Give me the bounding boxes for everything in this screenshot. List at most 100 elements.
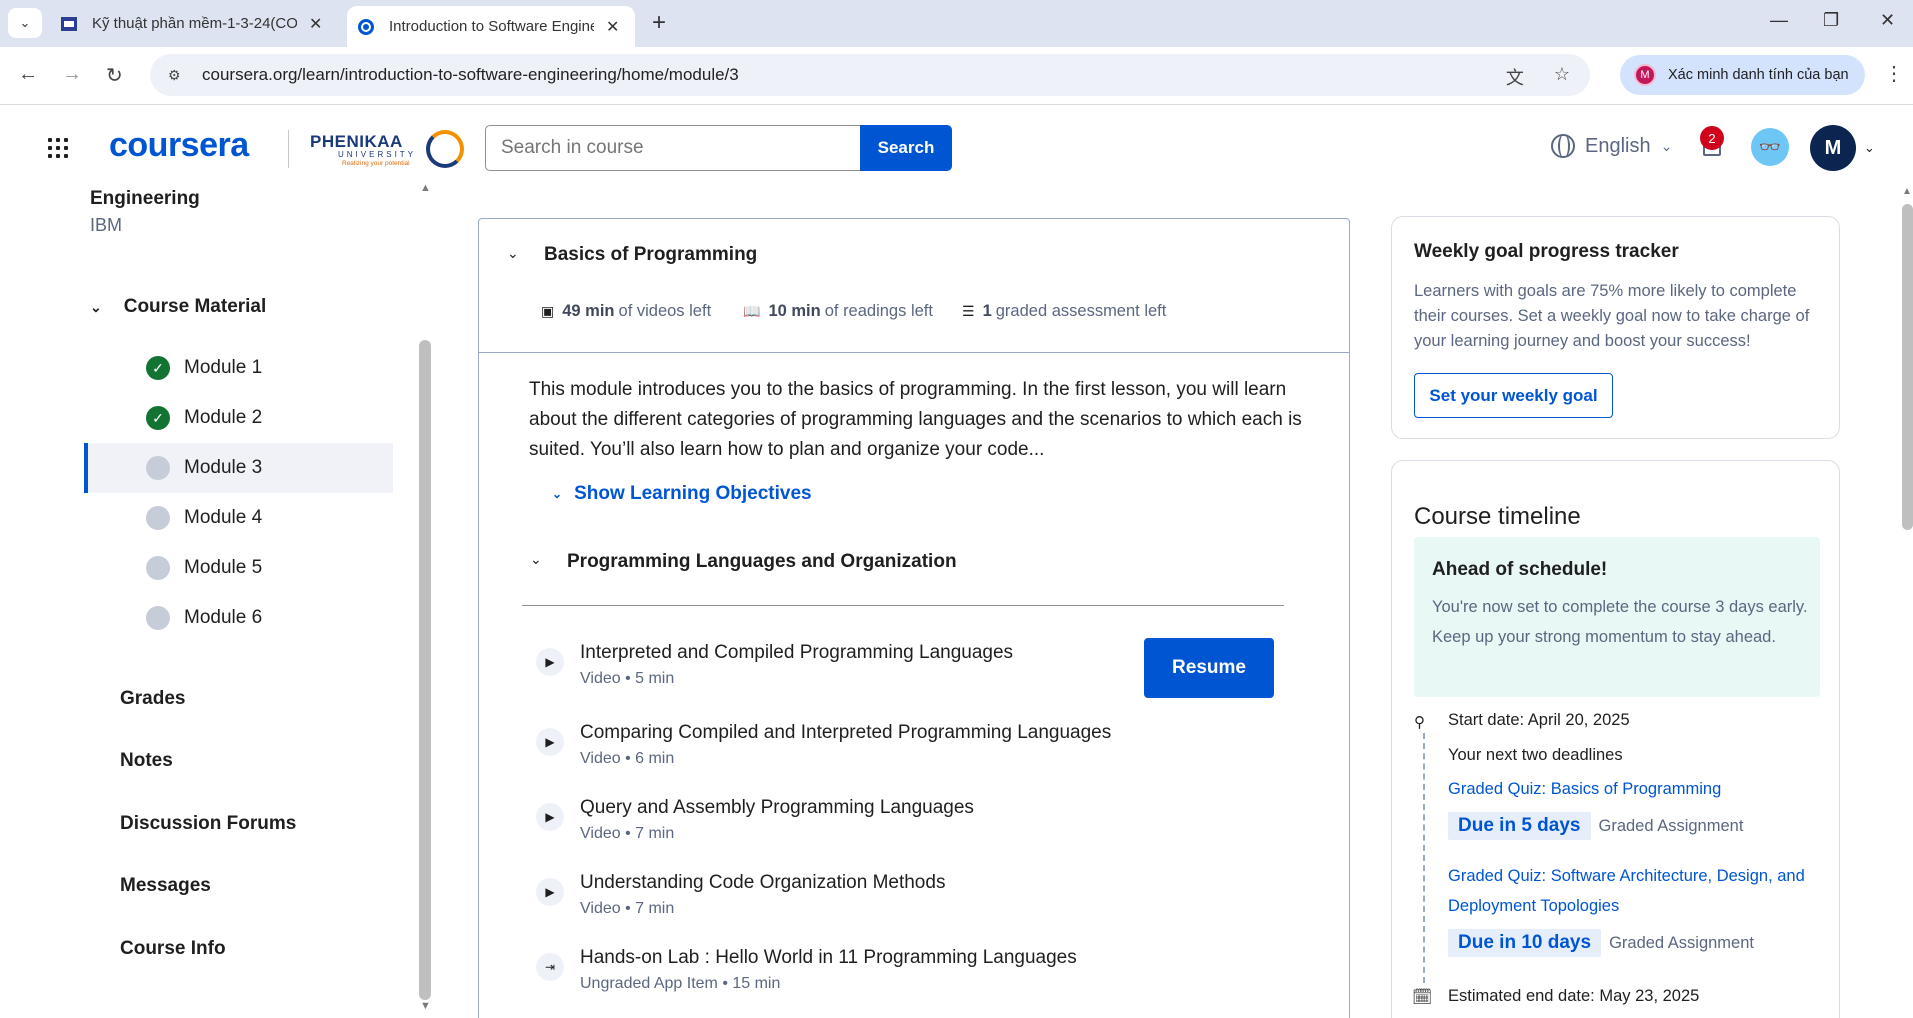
book-icon: 📖 [743,303,761,319]
sidebar-item-module-3[interactable]: Module 3 [84,443,393,493]
list-item[interactable]: ▶ Understanding Code Organization Method… [536,872,1276,932]
forward-arrow-icon[interactable]: → [62,63,82,86]
timeline-title: Course timeline [1414,503,1581,530]
search-button[interactable]: Search [860,125,952,171]
coursera-logo[interactable]: coursera [109,126,249,165]
sidebar-item-module-4[interactable]: Module 4 [84,493,393,543]
profile-verify-button[interactable]: M Xác minh danh tính của bạn [1620,55,1865,95]
globe-icon [1551,134,1575,158]
scroll-up-arrow-icon[interactable]: ▲ [1902,186,1912,197]
course-search-input[interactable] [485,125,861,171]
browser-tab-2[interactable]: Introduction to Software Engine ✕ [347,6,635,47]
list-item[interactable]: ⇥ Hands-on Lab : Hello World in 11 Progr… [536,947,1276,1007]
new-tab-plus-icon[interactable]: + [652,9,666,37]
bookmark-star-icon[interactable]: ☆ [1554,64,1570,90]
play-icon: ▶ [536,648,564,676]
university-favicon-icon [60,15,78,33]
end-date: Estimated end date: May 23, 2025 [1448,987,1700,1005]
weekly-goal-card: Weekly goal progress tracker Learners wi… [1391,216,1840,439]
tab-close-icon[interactable]: ✕ [309,14,322,34]
videos-left: ▣ 49 min of videos left [541,302,712,320]
reload-icon[interactable]: ↻ [106,63,123,88]
back-arrow-icon[interactable]: ← [18,63,38,86]
resume-button[interactable]: Resume [1144,638,1274,698]
ahead-of-schedule-banner: Ahead of schedule! You're now set to com… [1414,537,1820,697]
page-scrollbar[interactable]: ▲ [1902,186,1913,1018]
user-avatar[interactable]: M [1810,125,1856,171]
lesson-header[interactable]: ⌄ Programming Languages and Organization [522,551,1284,606]
sidebar-item-module-2[interactable]: ✓ Module 2 [84,393,393,443]
status-circle-icon [146,456,170,480]
scrollbar-thumb[interactable] [419,340,431,1000]
address-bar[interactable]: ⚙ coursera.org/learn/introduction-to-sof… [150,54,1590,96]
language-label: English [1585,134,1651,157]
timeline-line [1423,733,1425,983]
scroll-up-arrow-icon[interactable]: ▲ [420,182,431,194]
scrollbar-thumb[interactable] [1902,204,1913,530]
tab-close-icon[interactable]: ✕ [606,17,619,37]
partner-ring-icon [426,130,464,168]
site-settings-icon[interactable]: ⚙ [168,67,186,84]
play-icon: ▶ [536,878,564,906]
lab-icon: ⇥ [536,953,564,981]
coach-robot-icon[interactable]: 👓 [1751,128,1789,166]
notification-badge: 2 [1700,126,1724,150]
sidebar-link-discussion-forums[interactable]: Discussion Forums [120,813,296,835]
notifications-bell-icon[interactable]: 2 [1700,126,1724,160]
sidebar-item-module-5[interactable]: Module 5 [84,543,393,593]
lesson-title: Programming Languages and Organization [567,551,957,572]
sidebar-scrollbar[interactable]: ▲ ▼ [419,182,431,1018]
sidebar-link-grades[interactable]: Grades [120,688,185,710]
url-text[interactable]: coursera.org/learn/introduction-to-softw… [202,65,739,85]
location-pin-icon: ⚲ [1414,714,1425,731]
tab-title: Introduction to Software Engine [389,18,594,35]
minimize-icon[interactable]: — [1770,10,1788,31]
deadline-1-link[interactable]: Graded Quiz: Basics of Programming [1448,774,1808,804]
item-title[interactable]: Interpreted and Compiled Programming Lan… [580,642,1013,664]
chevron-down-icon: ⌄ [530,551,542,567]
due-badge: Due in 5 days [1448,812,1591,840]
course-timeline-card: Course timeline Ahead of schedule! You'r… [1391,460,1840,1018]
browser-toolbar: ← → ↻ ⚙ coursera.org/learn/introduction-… [0,47,1913,105]
sidebar-item-module-6[interactable]: Module 6 [84,593,393,643]
list-item[interactable]: ▶ Comparing Compiled and Interpreted Pro… [536,722,1276,782]
item-title[interactable]: Hands-on Lab : Hello World in 11 Program… [580,947,1077,969]
window-close-icon[interactable]: ✕ [1880,10,1895,31]
status-circle-icon [146,606,170,630]
restore-icon[interactable]: ❐ [1823,10,1839,31]
item-meta: Video • 7 min [580,825,675,842]
site-header: coursera PHENIKAA UNIVERSITY Realizing y… [0,106,1913,188]
item-meta: Video • 5 min [580,670,675,687]
apps-grid-icon[interactable] [48,138,68,158]
browser-menu-icon[interactable]: ⋮ [1884,61,1904,86]
assessment-icon: ☰ [962,303,975,319]
browser-tab-1[interactable]: Kỹ thuật phần mềm-1-3-24(CO ✕ [50,6,340,41]
module-header[interactable]: ⌄ Basics of Programming ▣ 49 min of vide… [479,219,1349,353]
sidebar-link-notes[interactable]: Notes [120,750,173,772]
sidebar-link-messages[interactable]: Messages [120,875,211,897]
chevron-down-icon[interactable]: ⌄ [507,245,519,262]
check-complete-icon: ✓ [146,356,170,380]
item-title[interactable]: Understanding Code Organization Methods [580,872,945,894]
course-material-toggle[interactable]: ⌄ Course Material [90,296,266,318]
goal-title: Weekly goal progress tracker [1414,241,1679,262]
partner-logo[interactable]: PHENIKAA UNIVERSITY Realizing your poten… [308,128,468,172]
deadline-2-link[interactable]: Graded Quiz: Software Architecture, Desi… [1448,861,1808,921]
start-date: Start date: April 20, 2025 [1448,711,1630,729]
translate-icon[interactable]: 文 [1506,64,1524,90]
set-weekly-goal-button[interactable]: Set your weekly goal [1414,373,1613,418]
list-item[interactable]: ▶ Query and Assembly Programming Languag… [536,797,1276,857]
course-sidebar: Engineering IBM ⌄ Course Material ✓ Modu… [0,182,431,1018]
sidebar-item-module-1[interactable]: ✓ Module 1 [84,343,393,393]
show-learning-objectives-link[interactable]: ⌄ Show Learning Objectives [552,483,812,505]
item-title[interactable]: Query and Assembly Programming Languages [580,797,974,819]
check-complete-icon: ✓ [146,406,170,430]
sidebar-link-course-info[interactable]: Course Info [120,938,226,960]
chevron-down-icon[interactable]: ⌄ [1864,140,1875,156]
video-icon: ▣ [541,303,555,319]
language-selector[interactable]: English ⌄ [1551,134,1672,158]
item-title[interactable]: Comparing Compiled and Interpreted Progr… [580,722,1111,744]
chevron-down-icon: ⌄ [90,298,102,315]
tab-search-chevron-icon[interactable]: ⌄ [8,8,42,38]
scroll-down-arrow-icon[interactable]: ▼ [420,1000,431,1012]
